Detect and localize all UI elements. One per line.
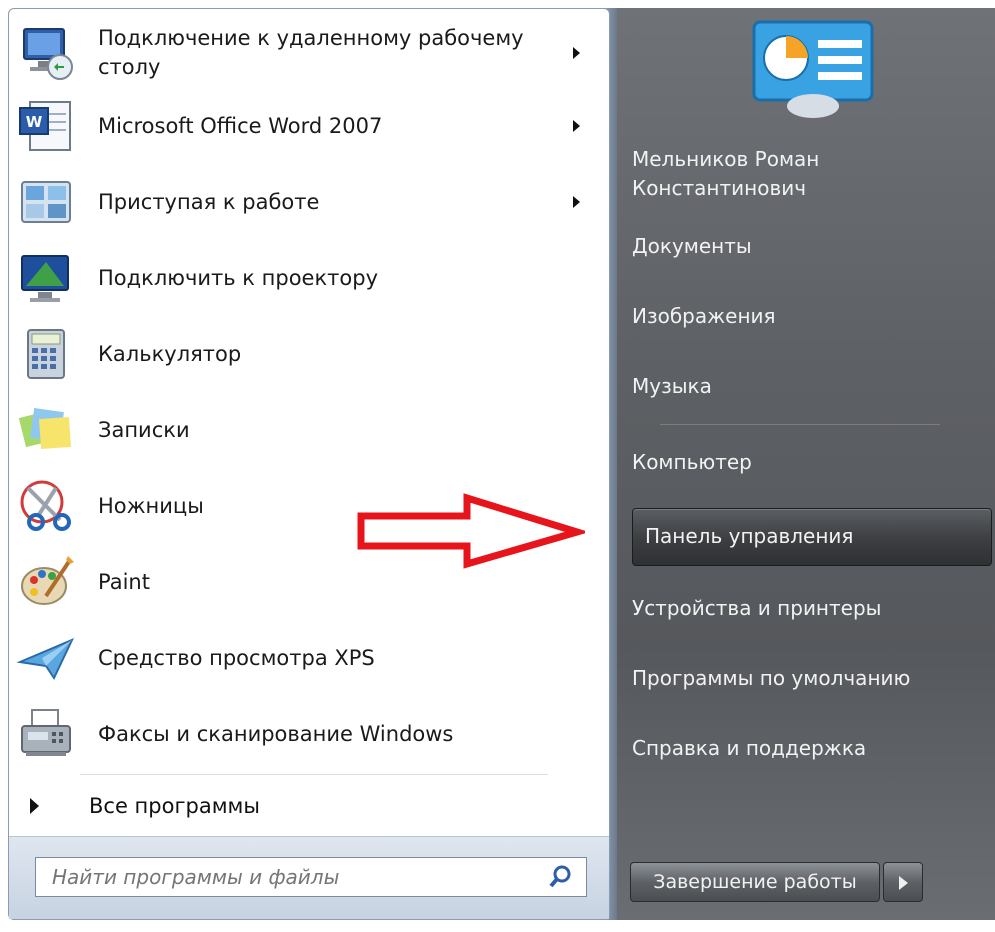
program-item-xps-viewer[interactable]: Средство просмотра XPS xyxy=(8,624,598,692)
all-programs-button[interactable]: Все программы xyxy=(20,786,580,826)
top-strip xyxy=(0,0,995,8)
paint-icon xyxy=(16,552,76,612)
link-help-support[interactable]: Справка и поддержка xyxy=(632,734,982,763)
search-box[interactable] xyxy=(35,857,587,897)
search-area xyxy=(9,836,609,919)
submenu-arrow-icon[interactable] xyxy=(573,196,580,208)
program-label: Калькулятор xyxy=(98,341,242,366)
program-label: Подключение к удаленному рабочему xyxy=(98,26,524,50)
program-label: Paint xyxy=(98,569,150,594)
chevron-right-icon xyxy=(899,876,908,890)
link-pictures[interactable]: Изображения xyxy=(632,302,982,331)
word-icon: W xyxy=(16,96,76,156)
link-control-panel[interactable]: Панель управления xyxy=(632,508,992,566)
program-label: Факсы и сканирование Windows xyxy=(98,721,454,746)
user-name-line1: Мельников Роман xyxy=(632,147,820,171)
calculator-icon xyxy=(16,324,76,384)
submenu-arrow-icon[interactable] xyxy=(573,120,580,132)
program-item-word[interactable]: W Microsoft Office Word 2007 xyxy=(8,92,598,160)
program-item-getting-started[interactable]: Приступая к работе xyxy=(8,168,598,236)
link-documents[interactable]: Документы xyxy=(632,232,982,261)
expand-arrow-icon xyxy=(30,798,39,814)
program-item-calculator[interactable]: Калькулятор xyxy=(8,320,598,388)
snipping-tool-icon xyxy=(16,476,76,536)
highlight-arrow-icon xyxy=(355,490,590,570)
program-item-projector[interactable]: Подключить к проектору xyxy=(8,244,598,312)
svg-text:W: W xyxy=(26,113,43,131)
search-input[interactable] xyxy=(50,858,534,896)
divider xyxy=(80,774,548,775)
shutdown-button[interactable]: Завершение работы xyxy=(630,862,880,902)
remote-desktop-icon xyxy=(16,23,76,83)
link-computer[interactable]: Компьютер xyxy=(632,448,982,477)
program-label-line2: столу xyxy=(98,55,161,79)
shutdown-options-button[interactable] xyxy=(883,862,923,902)
user-name-line2: Константинович xyxy=(632,176,807,200)
getting-started-icon xyxy=(16,172,76,232)
user-name-link[interactable]: Мельников Роман Константинович xyxy=(632,145,982,203)
submenu-arrow-icon[interactable] xyxy=(573,47,580,59)
xps-viewer-icon xyxy=(16,628,76,688)
fax-scan-icon xyxy=(16,704,76,764)
sticky-notes-icon xyxy=(16,400,76,460)
projector-icon xyxy=(16,248,76,308)
right-divider xyxy=(660,424,940,425)
program-label: Microsoft Office Word 2007 xyxy=(98,113,383,138)
program-item-remote-desktop[interactable]: Подключение к удаленному рабочему столу xyxy=(8,18,598,88)
program-label: Ножницы xyxy=(98,493,204,518)
program-label: Средство просмотра XPS xyxy=(98,645,375,670)
user-picture[interactable] xyxy=(748,18,878,118)
shutdown-label: Завершение работы xyxy=(653,871,857,893)
program-item-fax-scan[interactable]: Факсы и сканирование Windows xyxy=(8,700,598,768)
link-music[interactable]: Музыка xyxy=(632,372,982,401)
control-panel-label: Панель управления xyxy=(645,524,854,548)
program-label: Приступая к работе xyxy=(98,189,320,214)
program-label: Записки xyxy=(98,417,190,442)
link-default-programs[interactable]: Программы по умолчанию xyxy=(632,664,982,693)
link-devices-printers[interactable]: Устройства и принтеры xyxy=(632,594,982,623)
search-icon[interactable] xyxy=(548,864,574,890)
program-item-sticky-notes[interactable]: Записки xyxy=(8,396,598,464)
program-label: Подключить к проектору xyxy=(98,265,378,290)
all-programs-label: Все программы xyxy=(89,794,260,818)
